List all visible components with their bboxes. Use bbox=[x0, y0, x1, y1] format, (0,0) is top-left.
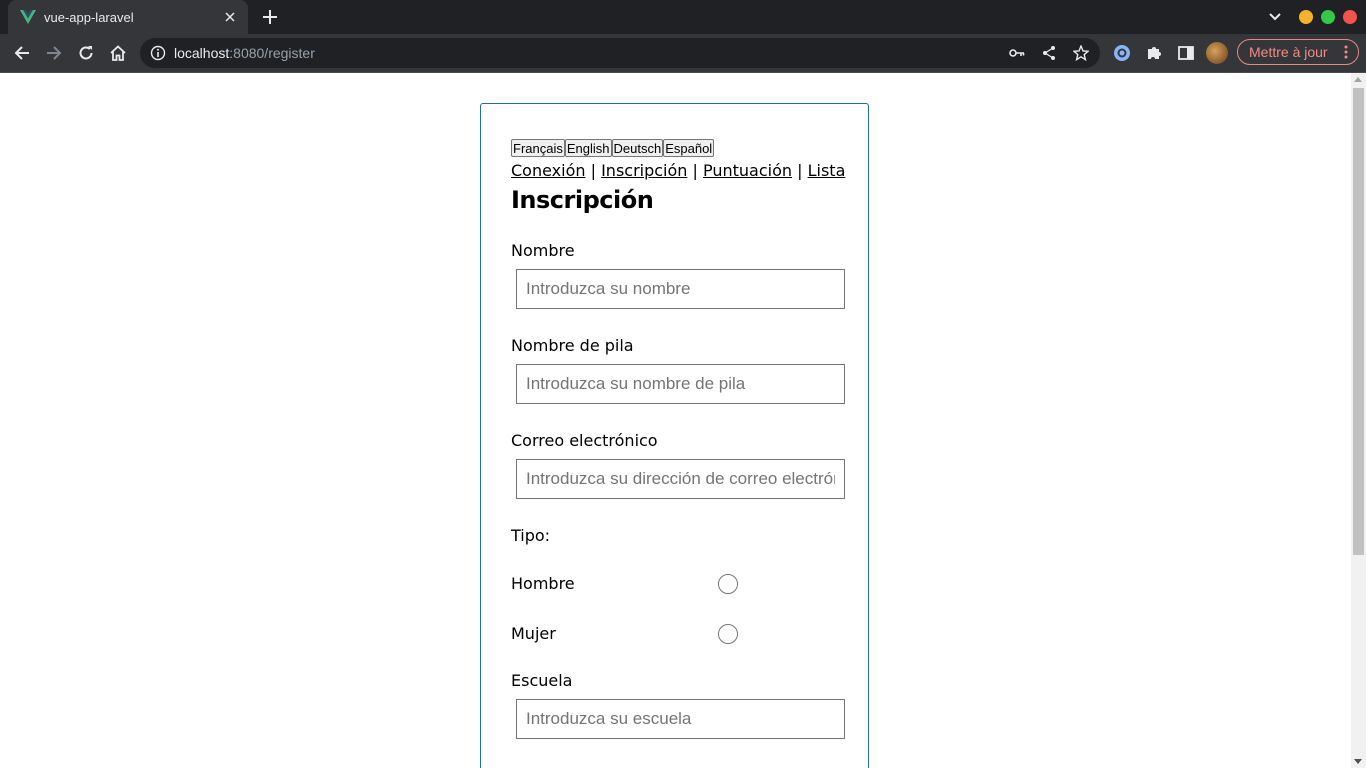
extension-icon[interactable] bbox=[1111, 42, 1133, 64]
scroll-thumb[interactable] bbox=[1353, 88, 1364, 555]
close-icon[interactable] bbox=[220, 7, 240, 27]
update-button[interactable]: Mettre à jour bbox=[1237, 39, 1359, 65]
url-text[interactable]: localhost:8080/register bbox=[174, 45, 315, 61]
lang-button-fr[interactable]: Français bbox=[511, 139, 565, 157]
email-input[interactable] bbox=[516, 459, 845, 499]
reload-icon[interactable] bbox=[75, 42, 97, 64]
option-male-label: Hombre bbox=[511, 574, 575, 593]
nav-separator: | bbox=[792, 161, 808, 180]
page-title: Inscripción bbox=[511, 186, 654, 214]
school-label: Escuela bbox=[511, 671, 573, 690]
option-female-label: Mujer bbox=[511, 624, 556, 643]
tab-title: vue-app-laravel bbox=[44, 9, 134, 25]
main-nav: Conexión | Inscripción | Puntuación | Li… bbox=[511, 161, 845, 180]
lang-button-en[interactable]: English bbox=[564, 139, 612, 157]
browser-tab[interactable]: vue-app-laravel bbox=[8, 0, 248, 34]
scroll-up-arrow-icon[interactable] bbox=[1354, 77, 1362, 82]
puzzle-icon[interactable] bbox=[1143, 42, 1165, 64]
lang-button-es[interactable]: Español bbox=[663, 139, 715, 157]
nav-link-login[interactable]: Conexión bbox=[511, 161, 586, 180]
last-name-input[interactable] bbox=[516, 269, 845, 309]
radio-female[interactable] bbox=[718, 624, 738, 644]
star-icon[interactable] bbox=[1072, 44, 1090, 62]
share-icon[interactable] bbox=[1040, 44, 1058, 62]
email-label: Correo electrónico bbox=[511, 431, 658, 450]
lang-button-de[interactable]: Deutsch bbox=[611, 139, 664, 157]
first-name-label: Nombre de pila bbox=[511, 336, 634, 355]
minimize-button[interactable] bbox=[1299, 10, 1313, 24]
first-name-input[interactable] bbox=[516, 364, 845, 404]
address-bar[interactable]: localhost:8080/register bbox=[140, 38, 1100, 68]
info-icon[interactable] bbox=[150, 45, 166, 61]
type-label: Tipo: bbox=[511, 526, 551, 545]
profile-avatar[interactable] bbox=[1206, 42, 1228, 64]
sidebar-icon[interactable] bbox=[1175, 42, 1197, 64]
language-switcher: Français English Deutsch Español bbox=[511, 139, 715, 157]
chevron-down-icon[interactable] bbox=[1266, 9, 1284, 25]
back-arrow-icon[interactable] bbox=[11, 42, 33, 64]
maximize-button[interactable] bbox=[1321, 10, 1335, 24]
page-scrollbar[interactable] bbox=[1351, 73, 1366, 768]
home-icon[interactable] bbox=[107, 42, 129, 64]
key-icon[interactable] bbox=[1008, 44, 1026, 62]
page-viewport: Français English Deutsch Español Conexió… bbox=[0, 73, 1351, 768]
nav-link-score[interactable]: Puntuación bbox=[703, 161, 792, 180]
url-host: localhost bbox=[174, 45, 230, 61]
nav-link-list[interactable]: Lista bbox=[808, 161, 846, 180]
scroll-down-arrow-icon[interactable] bbox=[1354, 759, 1362, 764]
close-window-button[interactable] bbox=[1343, 10, 1357, 24]
nav-link-register[interactable]: Inscripción bbox=[601, 161, 687, 180]
radio-male[interactable] bbox=[718, 574, 738, 594]
school-input[interactable] bbox=[516, 699, 845, 739]
tab-strip: vue-app-laravel bbox=[0, 0, 1366, 34]
forward-arrow-icon[interactable] bbox=[43, 42, 65, 64]
plus-icon[interactable] bbox=[258, 6, 282, 28]
last-name-label: Nombre bbox=[511, 241, 575, 260]
register-card: Français English Deutsch Español Conexió… bbox=[480, 103, 869, 768]
nav-separator: | bbox=[585, 161, 602, 180]
vue-favicon-icon bbox=[20, 9, 36, 25]
update-button-label: Mettre à jour bbox=[1249, 44, 1328, 60]
kebab-icon[interactable] bbox=[1344, 44, 1348, 60]
nav-separator: | bbox=[687, 161, 703, 180]
url-path: :8080/register bbox=[229, 45, 315, 61]
browser-toolbar: localhost:8080/register Mettre à jour bbox=[0, 34, 1366, 73]
